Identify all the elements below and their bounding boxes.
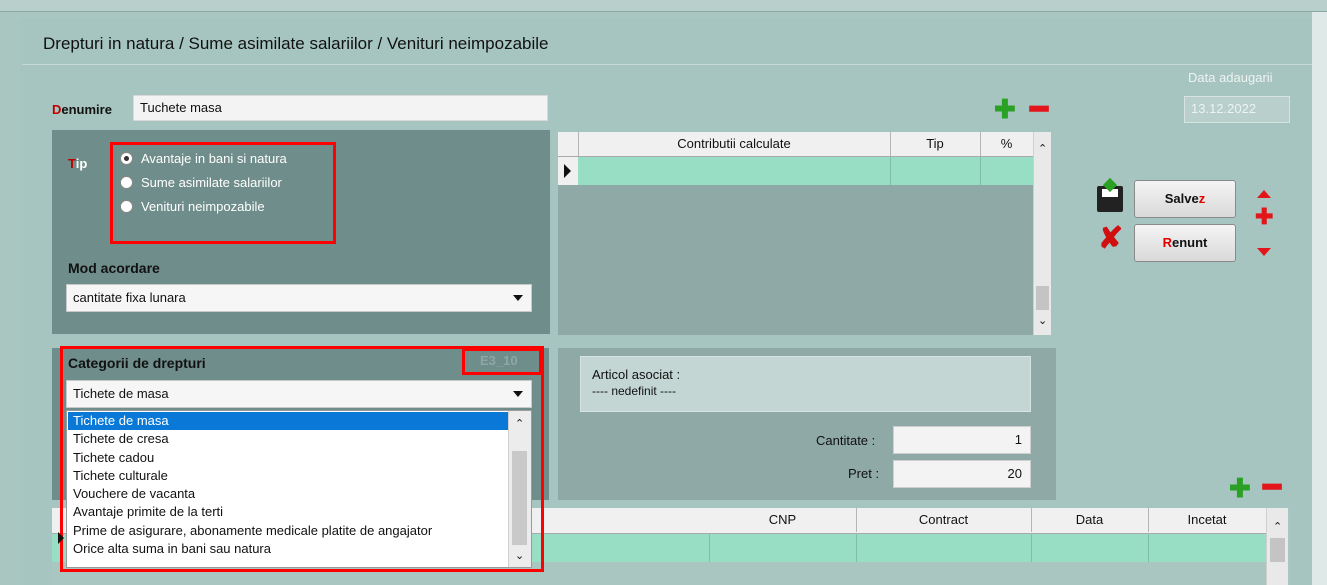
articol-label: Articol asociat :: [592, 367, 681, 382]
radio-unselected-icon[interactable]: [120, 175, 133, 189]
mod-acordare-value: cantitate fixa lunara: [73, 290, 186, 305]
move-up-icon[interactable]: [1257, 190, 1271, 198]
radio-sume-asimilate[interactable]: Sume asimilate salariilor: [120, 170, 287, 194]
add-icon[interactable]: ✚: [1255, 206, 1273, 228]
column-header[interactable]: Contract: [856, 508, 1032, 532]
articol-value: ---- nedefinit ----: [592, 384, 677, 398]
scroll-thumb[interactable]: [1270, 538, 1285, 562]
window-top-bar: [0, 0, 1327, 12]
column-header[interactable]: Data: [1031, 508, 1149, 532]
pret-label: Pret :: [848, 466, 880, 481]
scroll-up-icon[interactable]: ⌃: [1038, 142, 1047, 155]
chevron-down-icon[interactable]: [513, 295, 523, 301]
chevron-down-icon[interactable]: [513, 391, 523, 397]
remove-row-icon[interactable]: ━: [1263, 473, 1281, 503]
dropdown-scrollbar[interactable]: ⌃ ⌄: [508, 411, 531, 567]
cancel-button-label: enunt: [1172, 235, 1208, 250]
cantitate-label: Cantitate :: [816, 433, 876, 448]
categorii-label: Categorii de drepturi: [68, 355, 206, 371]
add-row-icon[interactable]: ✚: [994, 96, 1016, 122]
tip-radio-group: Avantaje in bani si natura Sume asimilat…: [120, 146, 287, 218]
contributii-scrollbar[interactable]: ⌃ ⌄: [1033, 132, 1051, 335]
column-header[interactable]: Contributii calculate: [578, 132, 891, 156]
angajati-scrollbar[interactable]: ⌃: [1266, 508, 1288, 585]
save-button-label: Salve: [1164, 191, 1199, 206]
dropdown-option[interactable]: Tichete de cresa: [68, 430, 508, 448]
denumire-input[interactable]: Tuchete masa: [133, 95, 548, 121]
window-right-edge: [1312, 12, 1327, 585]
column-header[interactable]: Incetat: [1148, 508, 1267, 532]
dropdown-option[interactable]: Tichete culturale: [68, 467, 508, 485]
denumire-label: Denumire: [52, 102, 112, 117]
title-divider: [22, 64, 1312, 65]
scroll-down-icon[interactable]: ⌄: [1038, 314, 1047, 327]
radio-label: Venituri neimpozabile: [141, 198, 265, 214]
radio-avantaje[interactable]: Avantaje in bani si natura: [120, 146, 287, 170]
scroll-thumb[interactable]: [1036, 286, 1049, 310]
column-header[interactable]: CNP: [709, 508, 857, 532]
categorii-select[interactable]: Tichete de masa: [66, 380, 532, 408]
cantitate-input[interactable]: 1: [893, 426, 1031, 454]
dropdown-option[interactable]: Avantaje primite de la terti: [68, 503, 508, 521]
dropdown-option[interactable]: Orice alta suma in bani sau natura: [68, 540, 508, 558]
row-indicator: [558, 157, 578, 185]
tip-label: Tip: [68, 156, 88, 171]
cancel-x-icon: ✘: [1098, 222, 1124, 255]
radio-label: Sume asimilate salariilor: [141, 174, 282, 190]
scroll-down-icon[interactable]: ⌄: [515, 549, 524, 562]
remove-row-icon[interactable]: ━: [1030, 95, 1048, 125]
table-row[interactable]: [578, 157, 1033, 185]
column-header[interactable]: %: [980, 132, 1034, 156]
categorii-value: Tichete de masa: [73, 386, 169, 401]
date-added-field: 13.12.2022: [1184, 96, 1290, 123]
categorii-code-box: E3_10: [462, 348, 542, 375]
radio-unselected-icon[interactable]: [120, 199, 133, 213]
mod-acordare-label: Mod acordare: [68, 260, 160, 276]
row-pointer-icon: [58, 532, 64, 544]
date-added-label: Data adaugarii: [1188, 70, 1273, 85]
save-button-hotkey: z: [1198, 191, 1206, 206]
row-pointer-icon: [564, 164, 571, 178]
scroll-thumb[interactable]: [512, 451, 527, 545]
save-disk-icon: [1097, 177, 1123, 212]
pret-input[interactable]: 20: [893, 460, 1031, 488]
contributii-grid-header: Contributii calculate Tip %: [558, 132, 1034, 157]
radio-label: Avantaje in bani si natura: [141, 150, 287, 166]
dropdown-option[interactable]: Tichete de masa: [68, 412, 508, 431]
page-title: Drepturi in natura / Sume asimilate sala…: [43, 34, 549, 53]
categorii-code: E3_10: [480, 353, 518, 368]
save-button[interactable]: Salvez: [1134, 180, 1236, 218]
dropdown-option[interactable]: Prime de asigurare, abonamente medicale …: [68, 522, 508, 540]
scroll-up-icon[interactable]: ⌃: [515, 417, 524, 430]
radio-venituri[interactable]: Venituri neimpozabile: [120, 194, 287, 218]
move-down-icon[interactable]: [1257, 248, 1271, 256]
add-row-icon[interactable]: ✚: [1229, 475, 1251, 501]
column-header[interactable]: Tip: [890, 132, 981, 156]
categorii-dropdown-list[interactable]: Tichete de masa Tichete de cresa Tichete c…: [66, 410, 532, 568]
cancel-button[interactable]: Renunt: [1134, 224, 1236, 262]
dropdown-option[interactable]: Tichete cadou: [68, 449, 508, 467]
cancel-button-hotkey: R: [1162, 235, 1172, 250]
dropdown-option[interactable]: Vouchere de vacanta: [68, 485, 508, 503]
radio-selected-icon[interactable]: [120, 151, 133, 165]
mod-acordare-select[interactable]: cantitate fixa lunara: [66, 284, 532, 312]
scroll-up-icon[interactable]: ⌃: [1273, 520, 1282, 533]
